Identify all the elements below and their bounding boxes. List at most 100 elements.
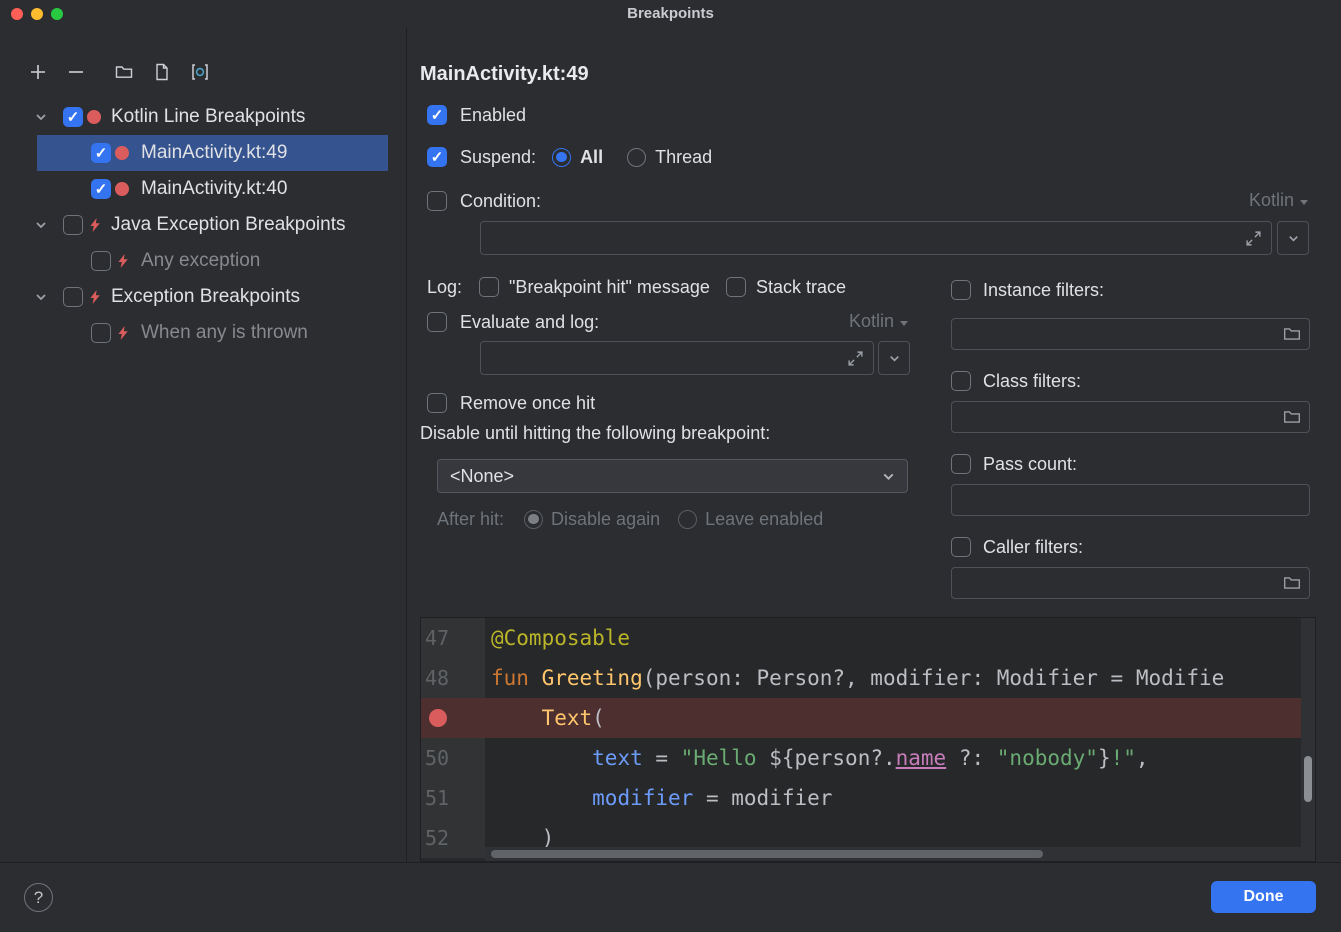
tree-row-label: Kotlin Line Breakpoints (111, 106, 305, 128)
code-token: ( (592, 706, 605, 730)
evaluate-input[interactable] (481, 349, 847, 367)
after-hit-row: After hit: Disable again Leave enabled (437, 507, 823, 531)
instance-filters-input[interactable] (952, 325, 1283, 343)
tree-row-checkbox[interactable] (91, 323, 111, 343)
chevron-down-icon (887, 351, 902, 366)
code-token: modifier (592, 786, 693, 810)
enabled-checkbox[interactable]: ✓ (427, 105, 447, 125)
tree-row-any-exception[interactable]: Any exception (0, 243, 405, 279)
minimize-window-button[interactable] (31, 8, 43, 20)
group-by-class-button[interactable] (187, 59, 213, 85)
caller-filters-checkbox[interactable] (951, 537, 971, 557)
pass-count-input[interactable] (952, 491, 1309, 509)
code-token: ${person?. (769, 746, 895, 770)
browse-folder-icon[interactable] (1283, 325, 1301, 343)
class-filters-input-wrap (951, 401, 1310, 433)
code-token: !" (1111, 746, 1136, 770)
tree-row-mainactivity-kt-40[interactable]: ✓ MainActivity.kt:40 (0, 171, 405, 207)
window-title: Breakpoints (0, 0, 1341, 28)
code-token: } (1098, 746, 1111, 770)
breakpoints-list-panel: ✓Kotlin Line Breakpoints✓MainActivity.kt… (0, 28, 407, 862)
instance-filters-checkbox[interactable] (951, 280, 971, 300)
tree-row-checkbox[interactable] (63, 215, 83, 235)
group-by-file-button[interactable] (149, 59, 175, 85)
suspend-all-radio[interactable] (552, 148, 571, 167)
dropdown-value: <None> (450, 466, 514, 487)
class-filters-checkbox[interactable] (951, 371, 971, 391)
expand-editor-icon[interactable] (1245, 230, 1262, 247)
tree-row-kotlin-line-breakpoints[interactable]: ✓ Kotlin Line Breakpoints (0, 99, 405, 135)
remove-once-hit-row: Remove once hit (427, 391, 595, 415)
condition-language-selector[interactable]: Kotlin (1249, 190, 1308, 211)
line-number: 48 (425, 658, 449, 698)
breakpoints-tree: ✓Kotlin Line Breakpoints✓MainActivity.kt… (0, 99, 405, 351)
group-by-folder-button[interactable] (111, 59, 137, 85)
code-token: name (896, 746, 947, 770)
class-icon (190, 62, 210, 82)
minus-icon (66, 62, 86, 82)
breakpoint-hit-message-checkbox[interactable] (479, 277, 499, 297)
browse-folder-icon[interactable] (1283, 574, 1301, 592)
disable-until-dropdown[interactable]: <None> (437, 459, 908, 493)
log-label: Log: (427, 277, 462, 298)
help-button[interactable]: ? (24, 883, 53, 912)
condition-row: Condition: (427, 189, 541, 213)
condition-input[interactable] (481, 229, 1245, 247)
tree-row-label: Java Exception Breakpoints (111, 214, 345, 236)
evaluate-and-log-checkbox[interactable] (427, 312, 447, 332)
remove-once-hit-label: Remove once hit (460, 393, 595, 414)
code-token (491, 706, 542, 730)
tree-row-checkbox[interactable]: ✓ (91, 143, 111, 163)
tree-row-java-exception-breakpoints[interactable]: Java Exception Breakpoints (0, 207, 405, 243)
evaluate-language-selector[interactable]: Kotlin (849, 311, 908, 332)
close-window-button[interactable] (11, 8, 23, 20)
enabled-row: ✓ Enabled (427, 103, 526, 127)
stack-trace-checkbox[interactable] (726, 277, 746, 297)
vertical-scrollbar-track (1301, 618, 1315, 861)
done-button[interactable]: Done (1211, 881, 1316, 913)
breakpoint-dot-icon[interactable] (429, 709, 447, 727)
titlebar: Breakpoints (0, 0, 1341, 28)
evaluate-row: Evaluate and log: (427, 310, 599, 334)
pass-count-checkbox[interactable] (951, 454, 971, 474)
chevron-down-icon[interactable] (33, 289, 49, 305)
suspend-label: Suspend: (460, 147, 536, 168)
breakpoint-gutter (421, 698, 485, 738)
vertical-scrollbar-thumb[interactable] (1304, 756, 1312, 802)
tree-row-label: MainActivity.kt:40 (141, 178, 287, 200)
condition-checkbox[interactable] (427, 191, 447, 211)
tree-row-checkbox[interactable] (91, 251, 111, 271)
chevron-down-icon[interactable] (33, 109, 49, 125)
breakpoint-hit-message-label: "Breakpoint hit" message (509, 277, 710, 298)
tree-row-checkbox[interactable]: ✓ (91, 179, 111, 199)
chevron-down-icon[interactable] (33, 217, 49, 233)
suspend-all-label: All (580, 147, 603, 168)
evaluate-input-wrap (480, 341, 874, 375)
zoom-window-button[interactable] (51, 8, 63, 20)
condition-history-dropdown-button[interactable] (1277, 221, 1309, 255)
code-text: @Composable (485, 618, 1315, 658)
evaluate-history-dropdown-button[interactable] (878, 341, 910, 375)
gutter: 52 (421, 818, 485, 858)
suspend-thread-radio[interactable] (627, 148, 646, 167)
tree-toolbar (25, 59, 213, 85)
tree-row-checkbox[interactable]: ✓ (63, 107, 83, 127)
class-filters-input[interactable] (952, 408, 1283, 426)
add-breakpoint-button[interactable] (25, 59, 51, 85)
enabled-label: Enabled (460, 105, 526, 126)
tree-row-mainactivity-kt-49[interactable]: ✓MainActivity.kt:49 (0, 135, 405, 171)
browse-folder-icon[interactable] (1283, 408, 1301, 426)
horizontal-scrollbar-track (485, 847, 1301, 861)
tree-row-exception-breakpoints[interactable]: Exception Breakpoints (0, 279, 405, 315)
suspend-checkbox[interactable]: ✓ (427, 147, 447, 167)
remove-once-hit-checkbox[interactable] (427, 393, 447, 413)
horizontal-scrollbar-thumb[interactable] (491, 850, 1043, 858)
remove-breakpoint-button[interactable] (63, 59, 89, 85)
caller-filters-input[interactable] (952, 574, 1283, 592)
leave-enabled-radio (678, 510, 697, 529)
tree-row-label: Exception Breakpoints (111, 286, 300, 308)
gutter: 50 (421, 738, 485, 778)
expand-editor-icon[interactable] (847, 350, 864, 367)
tree-row-when-any-is-thrown[interactable]: When any is thrown (0, 315, 405, 351)
tree-row-checkbox[interactable] (63, 287, 83, 307)
